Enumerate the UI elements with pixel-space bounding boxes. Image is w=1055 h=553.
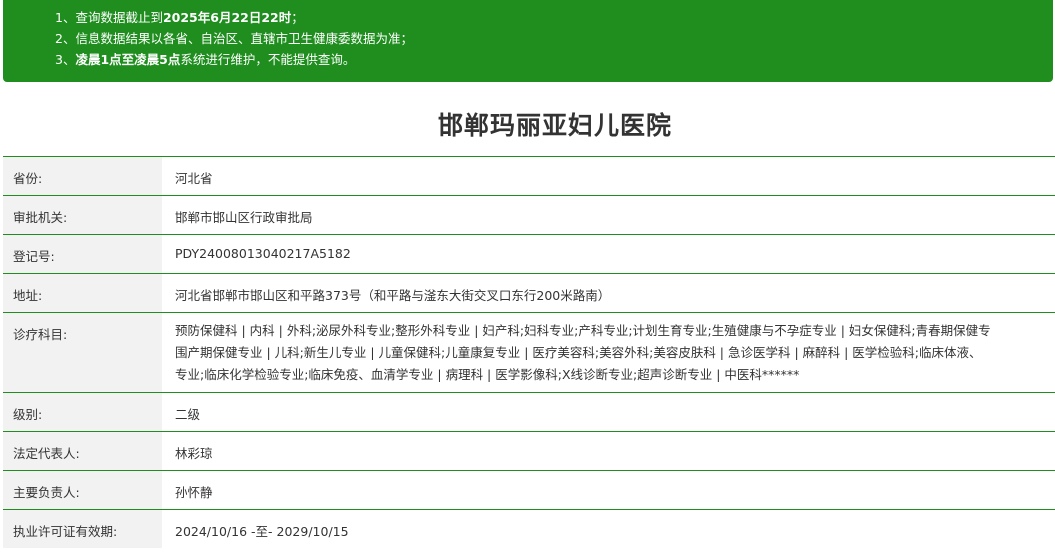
- departments-label: 诊疗科目:: [3, 313, 162, 392]
- hospital-info-table: 省份: 河北省 审批机关: 邯郸市邯山区行政审批局 登记号: PDY240080…: [3, 156, 1055, 548]
- principal-value: 孙怀静: [175, 485, 213, 500]
- notice-line-2: 2、信息数据结果以各省、自治区、直辖市卫生健康委数据为准；: [55, 31, 413, 46]
- level-value: 二级: [175, 407, 201, 422]
- row-authority: 审批机关: 邯郸市邯山区行政审批局: [3, 195, 1055, 234]
- row-principal: 主要负责人: 孙怀静: [3, 470, 1055, 509]
- reg-no-label: 登记号:: [3, 235, 162, 273]
- legal-rep-value: 林彩琼: [175, 446, 213, 461]
- license-label: 执业许可证有效期:: [3, 510, 162, 548]
- departments-line-3: 专业;临床化学检验专业;临床免疫、血清学专业 | 病理科 | 医学影像科;X线诊…: [175, 367, 800, 382]
- row-level: 级别: 二级: [3, 392, 1055, 431]
- page-title: 邯郸玛丽亚妇儿医院: [437, 111, 672, 140]
- legal-rep-label: 法定代表人:: [3, 432, 162, 470]
- level-label: 级别:: [3, 393, 162, 431]
- departments-value: 预防保健科 | 内科 | 外科;泌尿外科专业;整形外科专业 | 妇产科;妇科专业…: [162, 313, 1055, 392]
- notice-line-1: 1、查询数据截止到2025年6月22日22时；: [55, 10, 304, 25]
- license-value: 2024/10/16 -至- 2029/10/15: [175, 524, 349, 539]
- row-address: 地址: 河北省邯郸市邯山区和平路373号（和平路与滏东大街交叉口东行200米路南…: [3, 273, 1055, 312]
- row-province: 省份: 河北省: [3, 156, 1055, 195]
- notice-line-3: 3、凌晨1点至凌晨5点系统进行维护，不能提供查询。: [55, 52, 356, 67]
- province-label: 省份:: [3, 157, 162, 195]
- departments-line-1: 预防保健科 | 内科 | 外科;泌尿外科专业;整形外科专业 | 妇产科;妇科专业…: [175, 323, 991, 338]
- row-legal-rep: 法定代表人: 林彩琼: [3, 431, 1055, 470]
- departments-line-2: 围产期保健专业 | 儿科;新生儿专业 | 儿童保健科;儿童康复专业 | 医疗美容…: [175, 345, 982, 360]
- row-license: 执业许可证有效期: 2024/10/16 -至- 2029/10/15: [3, 509, 1055, 548]
- address-label: 地址:: [3, 274, 162, 312]
- principal-label: 主要负责人:: [3, 471, 162, 509]
- province-value: 河北省: [175, 171, 213, 186]
- authority-label: 审批机关:: [3, 196, 162, 234]
- reg-no-value: PDY24008013040217A5182: [175, 246, 351, 261]
- authority-value: 邯郸市邯山区行政审批局: [175, 210, 313, 225]
- row-departments: 诊疗科目: 预防保健科 | 内科 | 外科;泌尿外科专业;整形外科专业 | 妇产…: [3, 312, 1055, 392]
- address-value: 河北省邯郸市邯山区和平路373号（和平路与滏东大街交叉口东行200米路南）: [175, 288, 611, 303]
- notice-banner: 1、查询数据截止到2025年6月22日22时； 2、信息数据结果以各省、自治区、…: [3, 0, 1053, 82]
- row-reg-no: 登记号: PDY24008013040217A5182: [3, 234, 1055, 273]
